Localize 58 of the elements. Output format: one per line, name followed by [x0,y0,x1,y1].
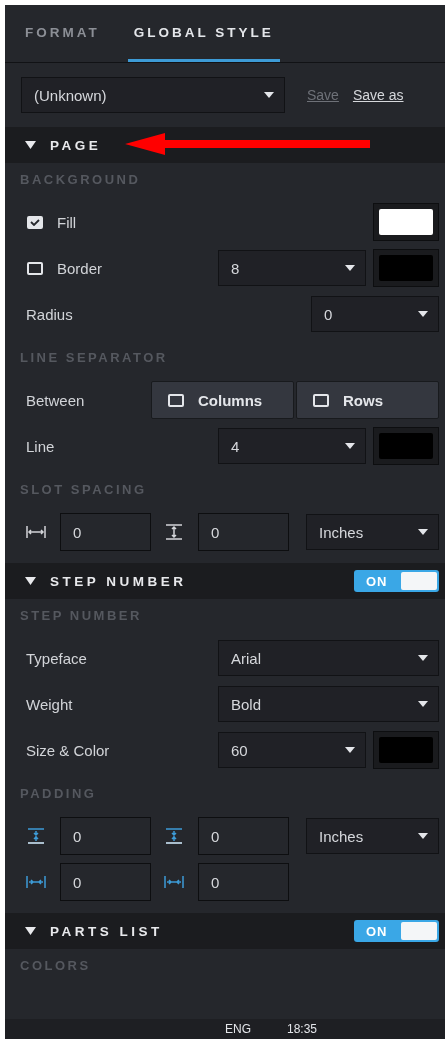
dropdown[interactable]: 4 [218,428,366,464]
field-label: Between [26,391,85,409]
number-field[interactable]: 0 [60,817,151,855]
dropdown[interactable]: Bold [218,686,439,722]
unit-dropdown[interactable]: Inches [306,818,439,854]
save-link[interactable]: Save as [352,87,404,103]
caret-icon [345,443,355,449]
collapse-caret-icon[interactable] [25,577,36,585]
number-field[interactable]: 0 [60,513,151,551]
caret-icon [418,701,428,707]
caret-icon [418,833,428,839]
field-label: Typeface [26,649,87,667]
option-label: Border [57,259,103,277]
dropdown[interactable]: 60 [218,732,366,768]
checkbox[interactable] [27,215,43,229]
horizontal-padding-icon [163,873,185,891]
number-field[interactable]: 0 [198,513,289,551]
checkbox[interactable] [313,393,329,407]
collapse-caret-icon[interactable] [25,141,36,149]
field-label: Size & Color [26,741,110,759]
checkbox[interactable] [168,393,184,407]
option-label: Fill [57,213,77,231]
dropdown[interactable]: 8 [218,250,366,286]
toggle-button[interactable]: Columns [151,381,294,419]
field-label: Line [26,437,55,455]
vertical-padding-icon [25,827,47,845]
color-swatch[interactable] [373,731,439,769]
color-swatch[interactable] [373,427,439,465]
color-swatch[interactable] [373,249,439,287]
caret-icon [264,92,274,98]
caret-icon [418,655,428,661]
collapse-caret-icon[interactable] [25,927,36,935]
dropdown[interactable]: Arial [218,640,439,676]
height-spacing-icon [163,523,185,541]
horizontal-padding-icon [25,873,47,891]
preset-dropdown[interactable]: (Unknown) [21,77,285,113]
number-field[interactable]: 0 [60,863,151,901]
toggle-button[interactable]: Rows [296,381,439,419]
tab[interactable]: FORMAT [19,5,106,62]
field-label: Weight [26,695,73,713]
checkbox[interactable] [27,261,43,275]
color-swatch[interactable] [373,203,439,241]
section-header[interactable]: PARTS LIST ON [5,913,445,949]
number-field[interactable]: 0 [198,817,289,855]
number-field[interactable]: 0 [198,863,289,901]
width-spacing-icon [25,523,47,541]
section-header[interactable]: STEP NUMBER ON [5,563,445,599]
caret-icon [345,747,355,753]
vertical-padding-icon [163,827,185,845]
field-label: Radius [26,305,73,323]
tab[interactable]: GLOBAL STYLE [127,5,280,62]
caret-icon [418,311,428,317]
unit-dropdown[interactable]: Inches [306,514,439,550]
clock-time: 18:35 [287,1022,318,1036]
language-indicator[interactable]: ENG [225,1022,251,1036]
dropdown[interactable]: 0 [311,296,439,332]
caret-icon [345,265,355,271]
caret-icon [418,529,428,535]
